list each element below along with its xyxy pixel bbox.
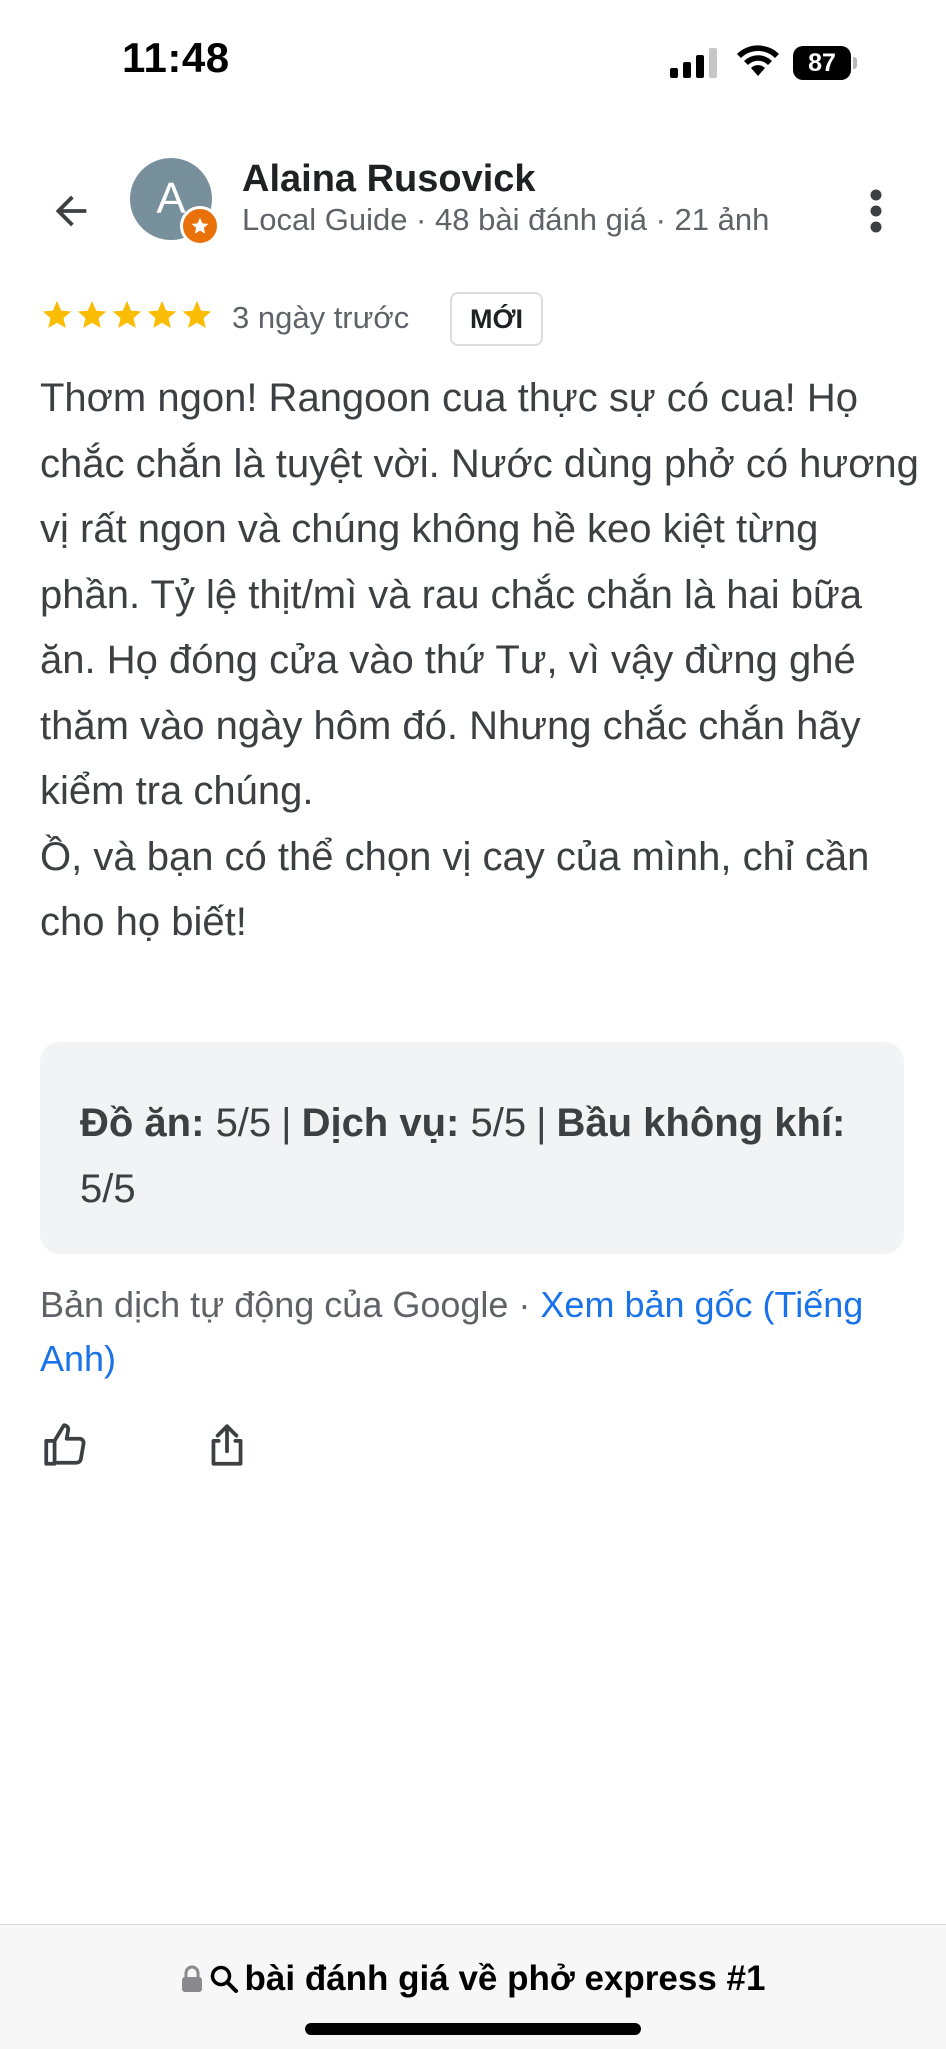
review-actions — [40, 1420, 340, 1480]
share-icon — [211, 1424, 243, 1466]
address-text: bài đánh giá về phở express #1 — [244, 1959, 766, 1998]
attribute-ratings-box: Đồ ăn: 5/5 | Dịch vụ: 5/5 | Bầu không khí: 5… — [40, 1042, 904, 1254]
rating-row: 3 ngày trước MỚI — [40, 290, 920, 346]
battery-tip — [853, 57, 857, 69]
author-name[interactable]: Alaina Rusovick — [242, 158, 536, 201]
translation-text: Bản dịch tự động của Google — [40, 1284, 509, 1325]
new-badge: MỚI — [450, 292, 544, 346]
attribute-label: Bầu không khí: — [556, 1101, 846, 1145]
back-button[interactable] — [36, 176, 106, 246]
star-icon — [147, 300, 177, 329]
home-indicator[interactable] — [305, 2023, 641, 2035]
review-paragraph: Thơm ngon! Rangoon cua thực sự có cua! H… — [40, 376, 919, 813]
wifi-icon — [737, 45, 779, 76]
attribute-separator: | — [536, 1101, 547, 1145]
review-date: 3 ngày trước — [232, 300, 410, 335]
attribute-value: 5/5 — [80, 1167, 136, 1211]
battery-level: 87 — [793, 46, 851, 80]
cellular-signal-icon — [670, 48, 717, 78]
more-vertical-icon — [870, 189, 882, 233]
local-guide-star-icon — [180, 206, 220, 246]
review-header: A Alaina Rusovick Local Guide · 48 bài đ… — [0, 140, 946, 270]
star-icon — [182, 300, 212, 329]
attribute-label: Đồ ăn: — [80, 1101, 205, 1145]
share-button[interactable] — [202, 1420, 256, 1474]
attribute-value: 5/5 — [470, 1101, 527, 1145]
star-rating — [40, 298, 215, 332]
thumbs-up-icon — [44, 1423, 86, 1466]
browser-bottom-bar: bài đánh giá về phở express #1 — [0, 1924, 946, 2049]
more-options-button[interactable] — [852, 176, 900, 246]
battery-icon: 87 — [793, 46, 857, 80]
attribute-value: 5/5 — [215, 1101, 272, 1145]
author-meta: Local Guide · 48 bài đánh giá · 21 ảnh — [242, 202, 770, 237]
review-paragraph: Ồ, và bạn có thể chọn vị cay của mình, c… — [40, 834, 870, 945]
review-text: Thơm ngon! Rangoon cua thực sự có cua! H… — [40, 366, 920, 956]
star-icon — [77, 300, 107, 329]
arrow-back-icon — [55, 195, 87, 227]
star-icon — [112, 300, 142, 329]
attribute-label: Dịch vụ: — [301, 1101, 460, 1145]
search-icon — [210, 1965, 238, 1993]
like-button[interactable] — [40, 1420, 94, 1474]
status-time: 11:48 — [122, 34, 230, 81]
translation-note: Bản dịch tự động của Google · Xem bản gố… — [40, 1284, 864, 1379]
star-icon — [42, 300, 72, 329]
attribute-separator: | — [281, 1101, 292, 1145]
lock-icon — [181, 1965, 202, 1992]
status-bar: 11:48 87 — [0, 0, 946, 120]
address-bar[interactable]: bài đánh giá về phở express #1 — [0, 1959, 946, 1999]
attribute-ratings: Đồ ăn: 5/5 | Dịch vụ: 5/5 | Bầu không khí: 5… — [80, 1090, 860, 1222]
